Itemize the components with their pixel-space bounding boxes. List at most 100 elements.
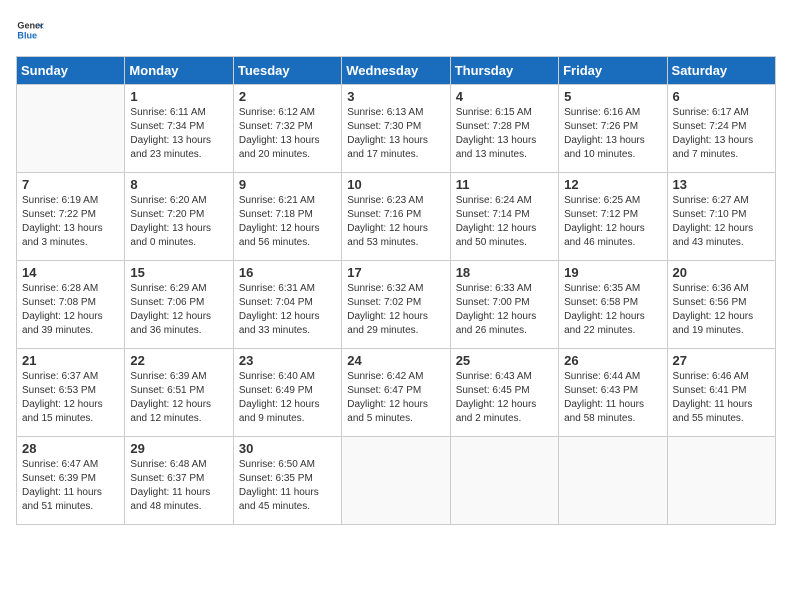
calendar-cell: 14 Sunrise: 6:28 AM Sunset: 7:08 PM Dayli… — [17, 261, 125, 349]
day-info: Sunrise: 6:19 AM Sunset: 7:22 PM Dayligh… — [22, 194, 119, 250]
day-info: Sunrise: 6:32 AM Sunset: 7:02 PM Dayligh… — [347, 282, 444, 338]
calendar-cell: 17Sunrise: 6:32 AM Sunset: 7:02 PM Dayli… — [342, 261, 450, 349]
day-info: Sunrise: 6:37 AM Sunset: 6:53 PM Dayligh… — [22, 370, 119, 426]
day-info: Sunrise: 6:17 AM Sunset: 7:24 PM Dayligh… — [673, 106, 770, 162]
calendar-cell: 9Sunrise: 6:21 AM Sunset: 7:18 PM Daylig… — [233, 173, 341, 261]
calendar-cell: 25 Sunrise: 6:43 AM Sunset: 6:45 PM Dayli… — [450, 349, 558, 437]
day-number: 7 — [22, 177, 119, 192]
calendar-cell: 24 Sunrise: 6:42 AM Sunset: 6:47 PM Dayli… — [342, 349, 450, 437]
calendar-week-2: 7 Sunrise: 6:19 AM Sunset: 7:22 PM Daylig… — [17, 173, 776, 261]
calendar-week-3: 14 Sunrise: 6:28 AM Sunset: 7:08 PM Dayli… — [17, 261, 776, 349]
day-number: 9 — [239, 177, 336, 192]
day-info: Sunrise: 6:27 AM Sunset: 7:10 PM Dayligh… — [673, 194, 770, 250]
calendar-cell: 19Sunrise: 6:35 AM Sunset: 6:58 PM Dayli… — [559, 261, 667, 349]
calendar-cell — [667, 437, 775, 525]
day-number: 22 — [130, 353, 227, 368]
day-number: 4 — [456, 89, 553, 104]
day-number: 29 — [130, 441, 227, 456]
day-number: 18 — [456, 265, 553, 280]
day-number: 2 — [239, 89, 336, 104]
day-info: Sunrise: 6:43 AM Sunset: 6:45 PM Dayligh… — [456, 370, 553, 426]
day-info: Sunrise: 6:31 AM Sunset: 7:04 PM Dayligh… — [239, 282, 336, 338]
calendar-body: 1 Sunrise: 6:11 AM Sunset: 7:34 PM Daylig… — [17, 85, 776, 525]
day-info: Sunrise: 6:42 AM Sunset: 6:47 PM Dayligh… — [347, 370, 444, 426]
calendar-cell: 13 Sunrise: 6:27 AM Sunset: 7:10 PM Dayli… — [667, 173, 775, 261]
calendar-header-row: SundayMondayTuesdayWednesdayThursdayFrid… — [17, 57, 776, 85]
page-header: General Blue — [16, 16, 776, 44]
weekday-header-sunday: Sunday — [17, 57, 125, 85]
day-number: 11 — [456, 177, 553, 192]
day-number: 28 — [22, 441, 119, 456]
day-number: 13 — [673, 177, 770, 192]
day-info: Sunrise: 6:33 AM Sunset: 7:00 PM Dayligh… — [456, 282, 553, 338]
calendar-cell: 7 Sunrise: 6:19 AM Sunset: 7:22 PM Daylig… — [17, 173, 125, 261]
day-number: 27 — [673, 353, 770, 368]
calendar-cell: 4 Sunrise: 6:15 AM Sunset: 7:28 PM Daylig… — [450, 85, 558, 173]
day-info: Sunrise: 6:36 AM Sunset: 6:56 PM Dayligh… — [673, 282, 770, 338]
calendar-cell: 1 Sunrise: 6:11 AM Sunset: 7:34 PM Daylig… — [125, 85, 233, 173]
weekday-header-wednesday: Wednesday — [342, 57, 450, 85]
calendar-cell: 5 Sunrise: 6:16 AM Sunset: 7:26 PM Daylig… — [559, 85, 667, 173]
day-info: Sunrise: 6:29 AM Sunset: 7:06 PM Dayligh… — [130, 282, 227, 338]
day-info: Sunrise: 6:50 AM Sunset: 6:35 PM Dayligh… — [239, 458, 336, 514]
day-info: Sunrise: 6:46 AM Sunset: 6:41 PM Dayligh… — [673, 370, 770, 426]
day-number: 12 — [564, 177, 661, 192]
day-number: 15 — [130, 265, 227, 280]
day-info: Sunrise: 6:25 AM Sunset: 7:12 PM Dayligh… — [564, 194, 661, 250]
day-number: 5 — [564, 89, 661, 104]
day-info: Sunrise: 6:11 AM Sunset: 7:34 PM Dayligh… — [130, 106, 227, 162]
weekday-header-saturday: Saturday — [667, 57, 775, 85]
calendar-cell: 23Sunrise: 6:40 AM Sunset: 6:49 PM Dayli… — [233, 349, 341, 437]
day-info: Sunrise: 6:48 AM Sunset: 6:37 PM Dayligh… — [130, 458, 227, 514]
logo-icon: General Blue — [16, 16, 44, 44]
day-number: 19 — [564, 265, 661, 280]
weekday-header-thursday: Thursday — [450, 57, 558, 85]
day-number: 14 — [22, 265, 119, 280]
day-number: 8 — [130, 177, 227, 192]
calendar-cell: 8 Sunrise: 6:20 AM Sunset: 7:20 PM Daylig… — [125, 173, 233, 261]
day-info: Sunrise: 6:28 AM Sunset: 7:08 PM Dayligh… — [22, 282, 119, 338]
calendar-cell: 29 Sunrise: 6:48 AM Sunset: 6:37 PM Dayli… — [125, 437, 233, 525]
day-number: 21 — [22, 353, 119, 368]
day-info: Sunrise: 6:13 AM Sunset: 7:30 PM Dayligh… — [347, 106, 444, 162]
day-info: Sunrise: 6:47 AM Sunset: 6:39 PM Dayligh… — [22, 458, 119, 514]
calendar-cell — [559, 437, 667, 525]
day-info: Sunrise: 6:16 AM Sunset: 7:26 PM Dayligh… — [564, 106, 661, 162]
day-number: 30 — [239, 441, 336, 456]
calendar-cell: 30 Sunrise: 6:50 AM Sunset: 6:35 PM Dayli… — [233, 437, 341, 525]
logo: General Blue — [16, 16, 52, 44]
day-number: 1 — [130, 89, 227, 104]
day-number: 3 — [347, 89, 444, 104]
calendar-cell: 11 Sunrise: 6:24 AM Sunset: 7:14 PM Dayli… — [450, 173, 558, 261]
calendar-cell: 18 Sunrise: 6:33 AM Sunset: 7:00 PM Dayli… — [450, 261, 558, 349]
calendar-cell: 6 Sunrise: 6:17 AM Sunset: 7:24 PM Daylig… — [667, 85, 775, 173]
day-number: 20 — [673, 265, 770, 280]
svg-text:Blue: Blue — [17, 30, 37, 40]
day-info: Sunrise: 6:23 AM Sunset: 7:16 PM Dayligh… — [347, 194, 444, 250]
day-info: Sunrise: 6:20 AM Sunset: 7:20 PM Dayligh… — [130, 194, 227, 250]
calendar-cell: 2 Sunrise: 6:12 AM Sunset: 7:32 PM Daylig… — [233, 85, 341, 173]
day-info: Sunrise: 6:12 AM Sunset: 7:32 PM Dayligh… — [239, 106, 336, 162]
day-number: 26 — [564, 353, 661, 368]
weekday-header-friday: Friday — [559, 57, 667, 85]
calendar-cell: 15 Sunrise: 6:29 AM Sunset: 7:06 PM Dayli… — [125, 261, 233, 349]
calendar-cell — [342, 437, 450, 525]
day-number: 25 — [456, 353, 553, 368]
weekday-header-tuesday: Tuesday — [233, 57, 341, 85]
calendar-cell: 22Sunrise: 6:39 AM Sunset: 6:51 PM Dayli… — [125, 349, 233, 437]
day-number: 24 — [347, 353, 444, 368]
calendar-cell: 20 Sunrise: 6:36 AM Sunset: 6:56 PM Dayli… — [667, 261, 775, 349]
calendar-cell: 12 Sunrise: 6:25 AM Sunset: 7:12 PM Dayli… — [559, 173, 667, 261]
day-number: 10 — [347, 177, 444, 192]
day-number: 6 — [673, 89, 770, 104]
weekday-header-monday: Monday — [125, 57, 233, 85]
day-info: Sunrise: 6:15 AM Sunset: 7:28 PM Dayligh… — [456, 106, 553, 162]
calendar-cell: 3 Sunrise: 6:13 AM Sunset: 7:30 PM Daylig… — [342, 85, 450, 173]
day-number: 16 — [239, 265, 336, 280]
calendar-week-4: 21 Sunrise: 6:37 AM Sunset: 6:53 PM Dayli… — [17, 349, 776, 437]
calendar-week-1: 1 Sunrise: 6:11 AM Sunset: 7:34 PM Daylig… — [17, 85, 776, 173]
calendar-week-5: 28 Sunrise: 6:47 AM Sunset: 6:39 PM Dayli… — [17, 437, 776, 525]
calendar-cell: 27 Sunrise: 6:46 AM Sunset: 6:41 PM Dayli… — [667, 349, 775, 437]
day-info: Sunrise: 6:40 AM Sunset: 6:49 PM Dayligh… — [239, 370, 336, 426]
day-info: Sunrise: 6:24 AM Sunset: 7:14 PM Dayligh… — [456, 194, 553, 250]
